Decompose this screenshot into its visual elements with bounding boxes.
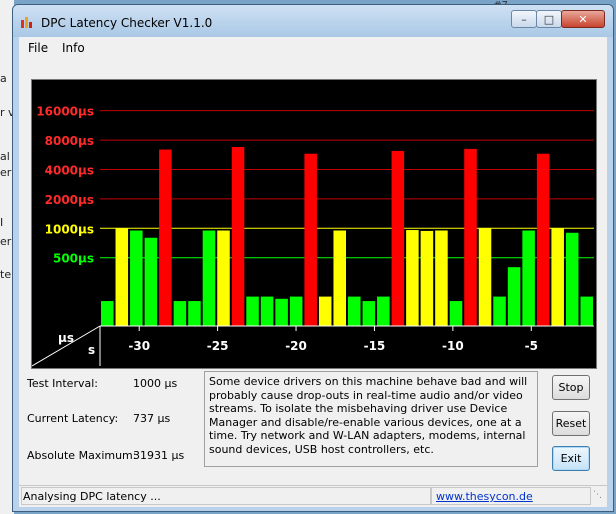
latency-bar <box>536 153 550 326</box>
title-bar[interactable]: DPC Latency Checker V1.1.0 – □ ✕ <box>13 5 613 37</box>
client-area: File Info 16000µs 8000µs 4000µs 2000µs 1000µ… <box>19 37 607 507</box>
latency-bar <box>101 301 114 326</box>
x-tick-label: -15 <box>364 339 386 353</box>
latency-bar <box>464 148 477 326</box>
latency-bar <box>362 301 376 326</box>
latency-bar <box>348 296 361 326</box>
latency-bar <box>333 230 346 326</box>
absolute-maximum-value: 31931 µs <box>133 449 185 462</box>
y-tick-label: 8000µs <box>45 134 94 148</box>
latency-bar <box>435 230 448 326</box>
latency-bar <box>565 232 579 326</box>
status-bar: Analysing DPC latency ... www.thesycon.d… <box>19 485 607 508</box>
latency-bar <box>144 237 158 326</box>
latency-bar <box>188 301 201 326</box>
latency-bar <box>391 150 405 326</box>
minimize-icon: – <box>521 12 527 26</box>
latency-bar <box>406 230 419 326</box>
stop-button[interactable]: Stop <box>552 375 590 400</box>
current-latency-value: 737 µs <box>133 412 171 425</box>
window-title: DPC Latency Checker V1.1.0 <box>41 16 213 30</box>
latency-bar <box>115 228 129 326</box>
latency-bar <box>130 230 143 326</box>
latency-bar <box>173 301 187 326</box>
website-link[interactable]: www.thesycon.de <box>436 490 533 503</box>
latency-bar <box>318 296 332 326</box>
x-tick-label: -10 <box>442 339 464 353</box>
menu-info[interactable]: Info <box>62 41 85 55</box>
resize-grip-icon[interactable]: ⋱ <box>593 490 605 504</box>
exit-button[interactable]: Exit <box>552 446 590 471</box>
latency-chart-svg: 16000µs 8000µs 4000µs 2000µs 1000µs 500µs µss -… <box>32 105 594 367</box>
menu-file[interactable]: File <box>28 41 48 55</box>
latency-chart: 16000µs 8000µs 4000µs 2000µs 1000µs 500µs µs s -… <box>31 79 597 369</box>
latency-bar <box>478 228 492 326</box>
y-unit-label: µs <box>58 331 74 345</box>
dpc-latency-checker-window: DPC Latency Checker V1.1.0 – □ ✕ File In… <box>12 4 614 512</box>
y-tick-label: 1000µs <box>45 222 94 236</box>
latency-bar <box>159 149 172 326</box>
latency-bar <box>202 230 216 326</box>
y-tick-label: 500µs <box>53 252 94 266</box>
y-tick-label: 16000µs <box>36 105 94 119</box>
x-tick-label: -30 <box>128 339 150 353</box>
latency-bar <box>231 146 245 326</box>
latency-bar <box>420 230 434 326</box>
latency-bar <box>275 298 288 326</box>
diagnostic-message: Some device drivers on this machine beha… <box>204 371 538 467</box>
latency-bar <box>493 296 506 326</box>
absolute-maximum-label: Absolute Maximum: <box>27 449 137 462</box>
current-latency-label: Current Latency: <box>27 412 119 425</box>
latency-bar <box>377 296 390 326</box>
x-tick-label: -25 <box>207 339 229 353</box>
status-link-panel: www.thesycon.de <box>431 487 591 505</box>
latency-bar <box>507 267 521 326</box>
test-interval-value: 1000 µs <box>133 377 178 390</box>
stats-panel: Test Interval: 1000 µs Current Latency: … <box>27 373 197 473</box>
close-button[interactable]: ✕ <box>561 10 605 28</box>
latency-bar <box>551 228 564 326</box>
reset-button[interactable]: Reset <box>552 411 590 436</box>
status-text: Analysing DPC latency ... <box>21 487 431 505</box>
maximize-icon: □ <box>543 12 555 26</box>
latency-bar <box>217 230 230 326</box>
latency-bar <box>522 230 535 326</box>
x-tick-label: -20 <box>285 339 307 353</box>
latency-bar <box>260 296 274 326</box>
latency-bar <box>449 301 463 326</box>
latency-bar <box>580 296 593 326</box>
close-icon: ✕ <box>578 12 588 26</box>
y-tick-label: 4000µs <box>45 163 94 177</box>
minimize-button[interactable]: – <box>511 10 537 28</box>
x-unit-label: s <box>88 343 95 357</box>
x-tick-label: -5 <box>525 339 538 353</box>
bar-chart-app-icon <box>21 17 32 28</box>
latency-bar <box>289 296 303 326</box>
test-interval-label: Test Interval: <box>27 377 98 390</box>
menu-bar: File Info <box>19 37 607 59</box>
y-tick-label: 2000µs <box>45 193 94 207</box>
maximize-button[interactable]: □ <box>536 10 562 28</box>
latency-bar <box>246 296 259 326</box>
latency-bar <box>304 153 317 326</box>
